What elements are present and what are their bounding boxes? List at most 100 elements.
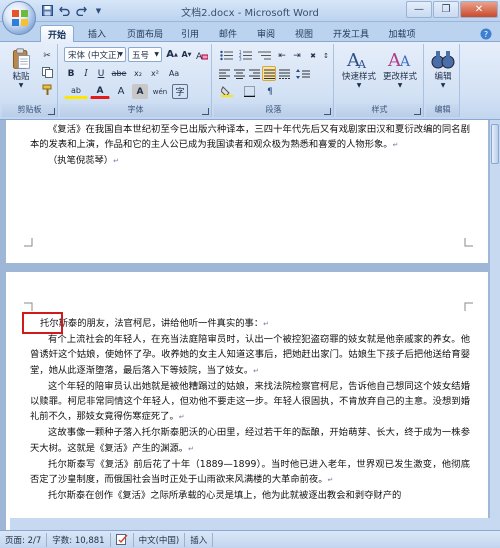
shading-icon[interactable]	[217, 84, 237, 99]
paragraph-text: 这个年轻的陪审员认出她就是被他糟蹋过的姑娘，来找法院检察官柯尼，告诉他自己想同这…	[30, 380, 470, 423]
justify-icon[interactable]	[262, 66, 276, 81]
numbering-icon[interactable]: 123	[236, 48, 254, 63]
char-border-icon[interactable]: A	[132, 84, 148, 99]
word-count[interactable]: 字数: 10,881	[47, 532, 111, 547]
crop-mark-br	[464, 238, 473, 247]
scrollbar-thumb[interactable]	[491, 124, 499, 164]
char-shading-button[interactable]: A	[112, 84, 130, 99]
page-1[interactable]: 《复活》在我国自本世纪初至今已出版六种译本，三四十年代先后又有戏剧家田汉和夏衍改…	[6, 120, 488, 263]
phonetic-guide-button[interactable]: wén	[150, 84, 170, 99]
tab-addins[interactable]: 加载项	[382, 25, 422, 42]
font-name-select[interactable]: 宋体 (中文正) ▼	[64, 47, 126, 62]
editing-button[interactable]: 编辑 ▼	[428, 48, 458, 89]
italic-button[interactable]: I	[79, 66, 93, 81]
copy-icon[interactable]	[39, 65, 55, 80]
change-case-button[interactable]: Aa	[164, 66, 184, 81]
selection-highlight-box	[22, 312, 63, 334]
clear-format-icon[interactable]: A	[194, 47, 209, 62]
tab-view[interactable]: 视图	[288, 25, 320, 42]
line-spacing-icon[interactable]	[293, 66, 313, 81]
format-painter-icon[interactable]	[39, 82, 55, 97]
paragraph[interactable]: 这故事像一颗种子落入托尔斯泰肥沃的心田里，经过若干年的酝酿，开始萌芽、长大，终于…	[30, 425, 470, 456]
paragraph[interactable]: 有个上流社会的年轻人，在充当法庭陪审员时，认出一个被控犯盗窃罪的妓女就是他亲戚家…	[30, 332, 470, 379]
page-indicator[interactable]: 页面: 2/7	[0, 532, 48, 547]
font-size-select[interactable]: 五号 ▼	[128, 47, 162, 62]
minimize-button[interactable]: —	[406, 1, 432, 18]
change-styles-label: 更改样式	[382, 72, 417, 82]
superscript-button[interactable]: x²	[147, 66, 163, 81]
paragraph[interactable]: 这个年轻的陪审员认出她就是被他糟蹋过的姑娘，来找法院检察官柯尼，告诉他自己想同这…	[30, 379, 470, 426]
svg-text:A: A	[357, 58, 367, 70]
tab-developer[interactable]: 开发工具	[326, 25, 376, 42]
spell-check-icon[interactable]	[111, 532, 134, 547]
insert-mode-indicator[interactable]: 插入	[185, 532, 214, 547]
grow-font-label: A	[166, 49, 174, 60]
page-2[interactable]: 托尔斯泰的朋友，法官柯尼，讲给他听一件真实的事：↵ 有个上流社会的年轻人，在充当…	[6, 272, 488, 530]
font-color-button[interactable]: A	[90, 84, 110, 99]
chinese-layout-icon[interactable]: ✖	[306, 48, 320, 63]
paragraph-text: 托尔斯泰写《复活》前后花了十年（1889—1899）。当时他已进入老年，世界观已…	[30, 458, 470, 486]
shrink-font-button[interactable]: A ▼	[180, 47, 193, 62]
language-indicator[interactable]: 中文(中国)	[134, 532, 186, 547]
change-styles-button[interactable]: A A 更改样式 ▼	[380, 48, 420, 89]
close-button[interactable]: ✕	[460, 1, 498, 18]
paragraph-text: 有个上流社会的年轻人，在充当法庭陪审员时，认出一个被控犯盗窃罪的妓女就是他亲戚家…	[30, 334, 470, 376]
highlight-button[interactable]: ab	[64, 84, 88, 99]
borders-icon[interactable]	[239, 84, 259, 99]
align-left-icon[interactable]	[217, 66, 231, 81]
crop-mark-bl	[24, 238, 33, 247]
vertical-scrollbar[interactable]	[490, 120, 500, 520]
bullets-icon[interactable]	[217, 48, 235, 63]
increase-indent-icon[interactable]: ⇥	[290, 48, 304, 63]
paragraph-mark-icon: ↵	[113, 157, 119, 166]
enclose-char-icon[interactable]: 字	[172, 84, 188, 99]
sort-icon[interactable]: ↕	[320, 48, 332, 63]
multilevel-list-icon[interactable]	[255, 48, 273, 63]
align-center-icon[interactable]	[232, 66, 246, 81]
show-marks-icon[interactable]: ¶	[262, 84, 278, 99]
paste-button[interactable]: 粘贴 ▼	[5, 48, 37, 89]
tab-review[interactable]: 审阅	[250, 25, 282, 42]
change-styles-icon: A A	[387, 50, 411, 70]
paragraph[interactable]: （执笔倪蕊琴）↵	[30, 153, 470, 169]
paragraph-group-label: 段落	[214, 104, 333, 117]
paragraph[interactable]: 托尔斯泰写《复活》前后花了十年（1889—1899）。当时他已进入老年，世界观已…	[30, 457, 470, 488]
subscript-button[interactable]: x₂	[130, 66, 146, 81]
font-launcher-icon[interactable]	[202, 108, 209, 115]
clipboard-launcher-icon[interactable]	[48, 108, 55, 115]
tab-references[interactable]: 引用	[174, 25, 206, 42]
document-area[interactable]: 《复活》在我国自本世纪初至今已出版六种译本，三四十年代先后又有戏剧家田汉和夏衍改…	[0, 120, 490, 530]
paragraph[interactable]: 托尔斯泰在创作《复活》之际所承载的心灵是填上，他为此就被逐出教会和剥夺财产的	[30, 488, 470, 503]
tab-mailings[interactable]: 邮件	[212, 25, 244, 42]
editing-label: 编辑	[434, 72, 452, 82]
page2-text[interactable]: 托尔斯泰的朋友，法官柯尼，讲给他听一件真实的事：↵ 有个上流社会的年轻人，在充当…	[30, 316, 470, 503]
distribute-icon[interactable]	[277, 66, 291, 81]
paragraph-mark-icon: ↵	[188, 444, 194, 453]
paragraph[interactable]: 托尔斯泰的朋友，法官柯尼，讲给他听一件真实的事：↵	[30, 316, 470, 332]
paragraph[interactable]: 《复活》在我国自本世纪初至今已出版六种译本，三四十年代先后又有戏剧家田汉和夏衍改…	[30, 122, 470, 153]
quick-styles-button[interactable]: A A 快速样式 ▼	[340, 48, 378, 89]
styles-launcher-icon[interactable]	[414, 108, 421, 115]
office-button[interactable]	[2, 1, 36, 35]
cut-icon[interactable]: ✂	[39, 48, 55, 63]
svg-text:3: 3	[239, 57, 242, 62]
strikethrough-button[interactable]: abe	[109, 66, 129, 81]
page-separator	[6, 263, 488, 272]
font-group: 宋体 (中文正) ▼ 五号 ▼ A ▲ A ▼ A B I U abe x₂ x² Aa…	[60, 44, 212, 117]
tab-page-layout[interactable]: 页面布局	[120, 25, 170, 42]
grow-font-button[interactable]: A ▲	[165, 47, 179, 62]
horizontal-scrollbar[interactable]	[10, 518, 500, 530]
align-right-icon[interactable]	[247, 66, 261, 81]
help-icon[interactable]: ?	[478, 25, 494, 42]
underline-button[interactable]: U	[94, 66, 108, 81]
bold-button[interactable]: B	[64, 66, 78, 81]
tab-home[interactable]: 开始	[40, 25, 74, 42]
tab-insert[interactable]: 插入	[80, 25, 114, 42]
page1-text[interactable]: 《复活》在我国自本世纪初至今已出版六种译本，三四十年代先后又有戏剧家田汉和夏衍改…	[30, 122, 470, 170]
decrease-indent-icon[interactable]: ⇤	[275, 48, 289, 63]
clipboard-group: 粘贴 ▼ ✂ 剪贴板	[2, 44, 58, 117]
paragraph-launcher-icon[interactable]	[324, 108, 331, 115]
binoculars-icon	[431, 51, 455, 69]
maximize-button[interactable]: ❐	[433, 1, 459, 18]
ribbon-tabs: 开始 插入 页面布局 引用 邮件 审阅 视图 开发工具 加载项 ?	[0, 22, 500, 42]
